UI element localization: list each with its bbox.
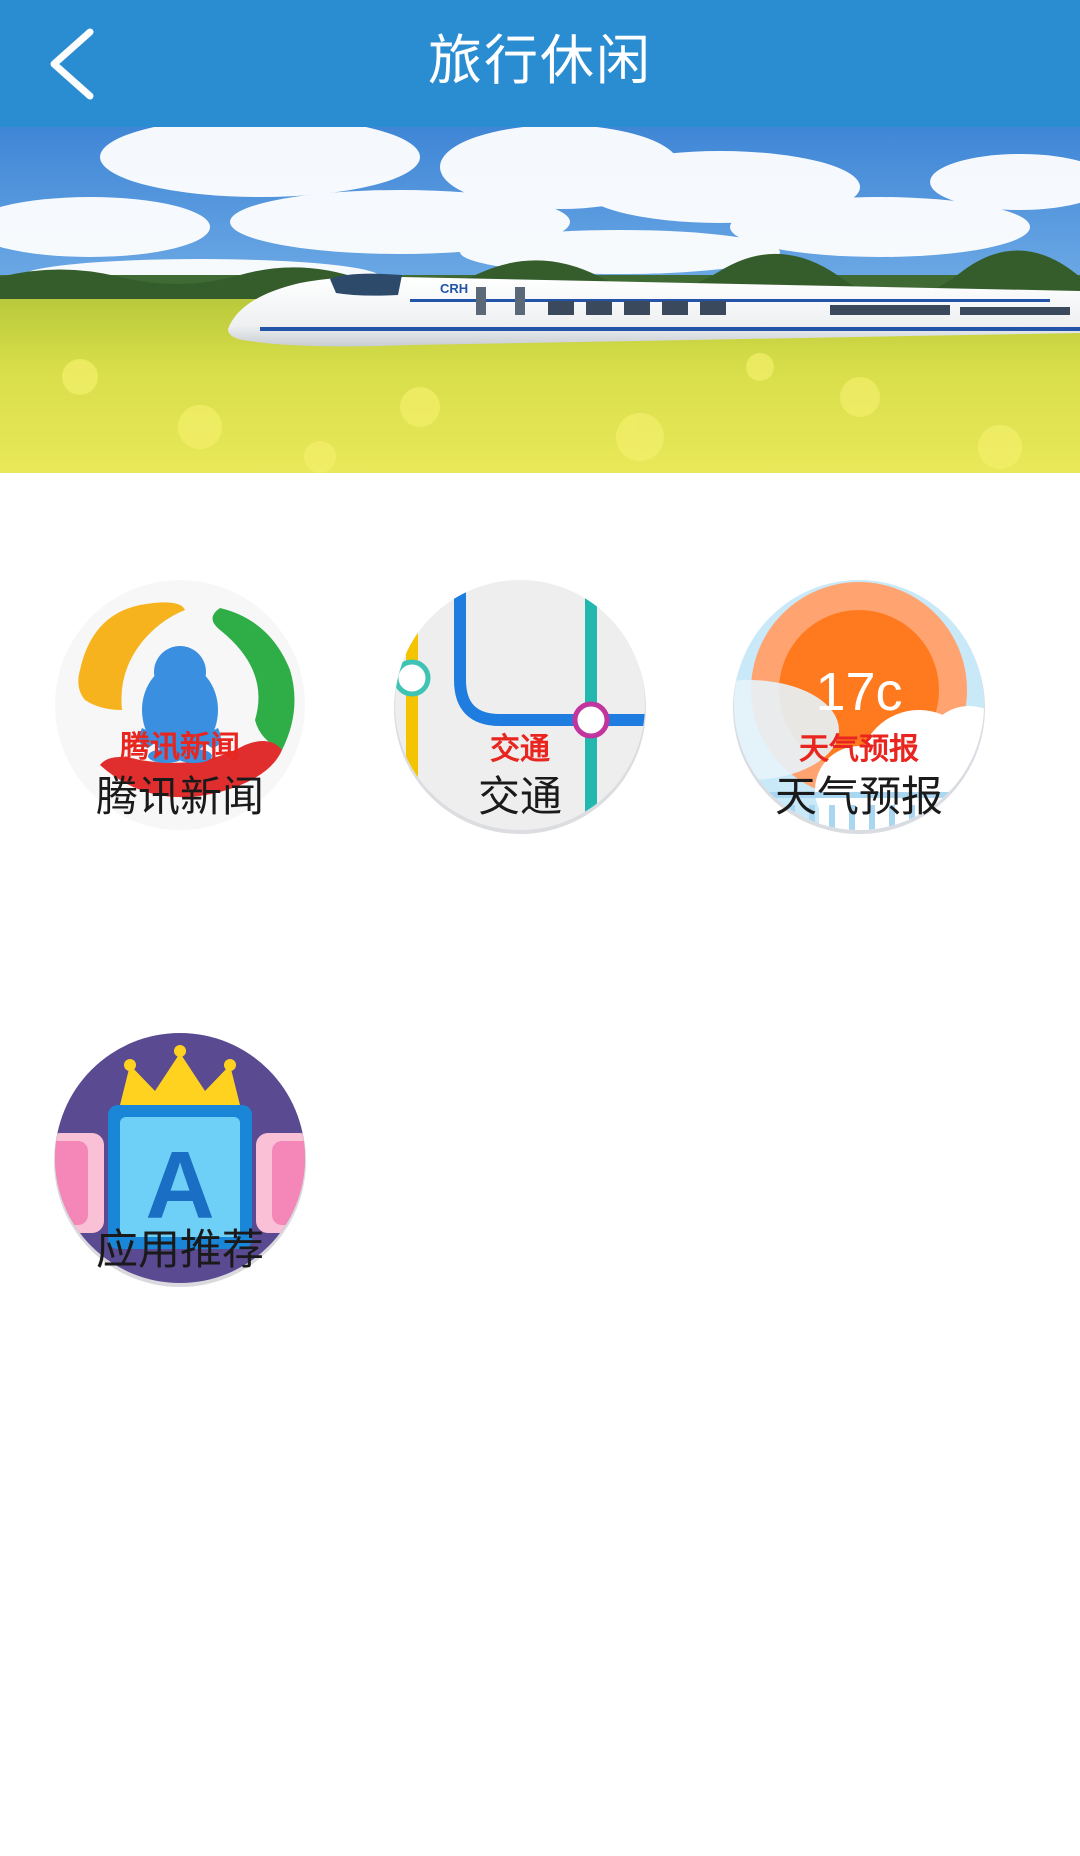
app-recommend[interactable]: A 应用推荐 bbox=[30, 1013, 330, 1393]
train-logo-text: CRH bbox=[440, 281, 468, 296]
top-bar: 旅行休闲 bbox=[0, 0, 1080, 127]
app-badge: 交通 bbox=[490, 732, 550, 767]
app-label: 天气预报 bbox=[774, 772, 943, 821]
app-badge: 腾讯新闻 bbox=[120, 730, 240, 765]
app-transit[interactable]: 交通 交通 bbox=[370, 560, 670, 940]
app-label: 腾讯新闻 bbox=[95, 772, 264, 821]
app-tencent-news[interactable]: 腾讯新闻 腾讯新闻 bbox=[30, 560, 330, 940]
page-title: 旅行休闲 bbox=[428, 29, 652, 92]
app-badge: 天气预报 bbox=[799, 732, 919, 767]
app-weather[interactable]: 17c 天气预报 天气预报 bbox=[709, 560, 1009, 940]
app-label: 应用推荐 bbox=[95, 1225, 264, 1274]
banner-image: CRH bbox=[0, 127, 1080, 473]
temperature-text: 17c bbox=[815, 662, 902, 722]
app-label: 交通 bbox=[477, 772, 562, 821]
